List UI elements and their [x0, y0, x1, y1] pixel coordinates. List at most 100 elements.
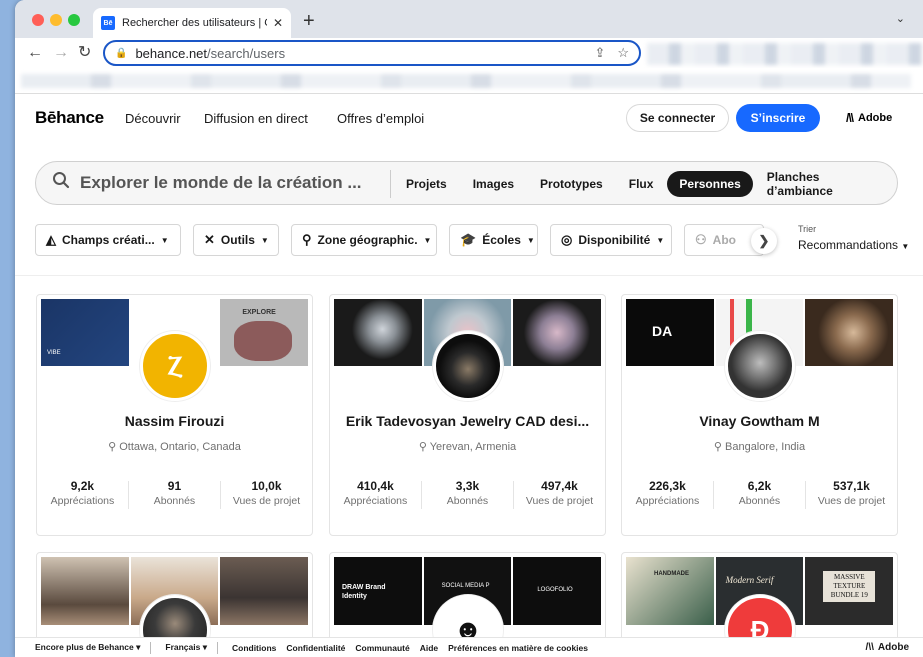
divider — [15, 275, 923, 276]
site-header: Bēhance Découvrir Diffusion en direct Of… — [15, 95, 923, 143]
browser-tab[interactable]: Bē Rechercher des utilisateurs | G ✕ — [93, 8, 291, 38]
location-pin-icon: ⚲ — [713, 441, 722, 453]
page-footer: Encore plus de Behance ▾ Français ▾ Cond… — [15, 637, 923, 657]
user-name[interactable]: Vinay Gowtham M — [622, 413, 897, 429]
project-thumbnail[interactable]: HANDMADE — [626, 557, 714, 625]
new-tab-icon[interactable]: + — [303, 10, 315, 33]
search-input[interactable]: Explorer le monde de la création ... — [80, 173, 362, 193]
subscription-icon: ⚇ — [695, 232, 707, 247]
extensions-area — [647, 43, 923, 65]
filter-location[interactable]: ⚲ Zone géographic. ▼ — [291, 224, 437, 256]
tab-moodboards[interactable]: Planches d’ambiance — [755, 170, 895, 198]
signup-button[interactable]: S’inscrire — [736, 104, 820, 132]
location-pin-icon: ⚲ — [108, 441, 117, 453]
behance-logo[interactable]: Bēhance — [35, 108, 104, 128]
filter-tools[interactable]: ✕ Outils ▼ — [193, 224, 279, 256]
sort-dropdown[interactable]: Recommandations ▼ — [798, 238, 909, 252]
stat-followers: 91 Abonnés — [153, 479, 196, 507]
stat-followers: 6,2k Abonnés — [738, 479, 781, 507]
browser-toolbar: ← → ↻ 🔒 behance.net/search/users ⇪ ☆ — [15, 38, 923, 68]
project-thumbnail[interactable]: MASSIVE TEXTURE BUNDLE 19 — [805, 557, 894, 625]
avatar[interactable] — [725, 331, 795, 401]
project-thumbnail[interactable] — [334, 299, 422, 366]
share-icon[interactable]: ⇪ — [594, 45, 605, 61]
project-thumbnail[interactable]: DA — [626, 299, 714, 366]
search-type-tabs: Projets Images Prototypes Flux Personnes… — [394, 169, 897, 199]
stat-followers: 3,3k Abonnés — [446, 479, 489, 507]
back-arrow-icon[interactable]: ← — [27, 42, 43, 64]
location-icon: ⚲ — [302, 232, 312, 247]
shapes-icon: ◭ — [46, 232, 56, 247]
tab-images[interactable]: Images — [461, 171, 526, 197]
user-name[interactable]: Erik Tadevosyan Jewelry CAD desi... — [330, 413, 605, 429]
tab-streams[interactable]: Flux — [617, 171, 666, 197]
filter-label: Écoles — [482, 233, 521, 247]
nav-jobs[interactable]: Offres d’emploi — [337, 111, 424, 126]
footer-more-behance[interactable]: Encore plus de Behance ▾ — [35, 642, 140, 653]
close-window-button[interactable] — [32, 14, 44, 26]
minimize-window-button[interactable] — [50, 14, 62, 26]
project-thumbnail[interactable]: EXPLORE — [220, 299, 309, 366]
project-thumbnail[interactable] — [805, 299, 894, 366]
availability-icon: ◎ — [561, 232, 573, 247]
filters-row: ◭ Champs créati... ▼ ✕ Outils ▼ ⚲ Zone g… — [35, 224, 909, 256]
adobe-link[interactable]: /\\ Adobe — [846, 111, 892, 125]
project-thumbnail[interactable]: LOGOFOLIO — [513, 557, 602, 625]
user-card[interactable]: Erik Tadevosyan Jewelry CAD desi... ⚲ Ye… — [329, 294, 606, 536]
maximize-window-button[interactable] — [68, 14, 80, 26]
graduation-icon: 🎓 — [460, 232, 477, 247]
stat-appreciations: 410,4k Appréciations — [343, 479, 408, 507]
browser-window: Bē Rechercher des utilisateurs | G ✕ + ⌄… — [15, 0, 923, 657]
tab-prototypes[interactable]: Prototypes — [528, 171, 615, 197]
user-location: ⚲ Bangalore, India — [713, 441, 806, 453]
chevron-right-icon: ❯ — [758, 233, 770, 248]
filter-schools[interactable]: 🎓 Écoles ▼ — [449, 224, 538, 256]
tab-search-chevron-icon[interactable]: ⌄ — [896, 12, 905, 25]
chevron-down-icon: ▼ — [160, 235, 169, 245]
footer-terms[interactable]: Conditions — [232, 643, 276, 653]
filter-label: Abo — [712, 233, 736, 247]
footer-divider — [216, 641, 218, 654]
search-icon — [52, 171, 70, 194]
behance-favicon-icon: Bē — [101, 16, 115, 30]
tab-people[interactable]: Personnes — [667, 171, 753, 197]
avatar[interactable]: Ⲍ — [140, 331, 210, 401]
project-thumbnail[interactable] — [41, 557, 129, 625]
nav-livestream[interactable]: Diffusion en direct — [204, 111, 308, 126]
login-button[interactable]: Se connecter — [626, 104, 729, 132]
project-thumbnail[interactable]: VIBE — [41, 299, 129, 366]
footer-cookie-preferences[interactable]: Préférences en matière de cookies — [448, 643, 588, 653]
footer-help[interactable]: Aide — [420, 643, 438, 653]
footer-adobe-link[interactable]: /\\ Adobe — [866, 642, 909, 653]
project-thumbnail[interactable]: DRAW Brand Identity — [334, 557, 422, 625]
forward-arrow-icon[interactable]: → — [53, 42, 69, 64]
close-tab-icon[interactable]: ✕ — [273, 16, 283, 30]
avatar[interactable] — [433, 331, 503, 401]
footer-community[interactable]: Communauté — [355, 643, 409, 653]
filter-availability[interactable]: ◎ Disponibilité ▼ — [550, 224, 672, 256]
project-thumbnail[interactable] — [220, 557, 309, 625]
address-bar[interactable]: 🔒 behance.net/search/users ⇪ ☆ — [103, 40, 641, 66]
filter-label: Champs créati... — [62, 233, 155, 247]
stat-appreciations: 226,3k Appréciations — [635, 479, 700, 507]
chevron-down-icon: ▼ — [526, 235, 535, 245]
lock-icon: 🔒 — [115, 47, 128, 59]
stat-appreciations: 9,2k Appréciations — [50, 479, 115, 507]
bookmark-star-icon[interactable]: ☆ — [617, 45, 629, 61]
user-card[interactable]: DA Vinay Gowtham M ⚲ Bangalore, India 22… — [621, 294, 898, 536]
chevron-down-icon: ▼ — [901, 242, 910, 251]
url-text[interactable]: behance.net/search/users — [135, 46, 582, 61]
tab-projects[interactable]: Projets — [394, 171, 459, 197]
project-thumbnail[interactable] — [513, 299, 602, 366]
reload-icon[interactable]: ↻ — [78, 42, 91, 64]
filter-creative-fields[interactable]: ◭ Champs créati... ▼ — [35, 224, 181, 256]
footer-privacy[interactable]: Confidentialité — [286, 643, 345, 653]
user-name[interactable]: Nassim Firouzi — [37, 413, 312, 429]
scroll-right-button[interactable]: ❯ — [751, 228, 777, 254]
avatar-logo-icon: Ⲍ — [167, 350, 183, 380]
user-card[interactable]: VIBE EXPLORE Ⲍ Nassim Firouzi ⚲ Ottawa, … — [36, 294, 313, 536]
footer-language[interactable]: Français ▾ — [165, 642, 207, 653]
search-bar[interactable]: Explorer le monde de la création ... Pro… — [35, 161, 898, 205]
adobe-logo-icon: /\\ — [846, 111, 854, 125]
nav-discover[interactable]: Découvrir — [125, 111, 181, 126]
